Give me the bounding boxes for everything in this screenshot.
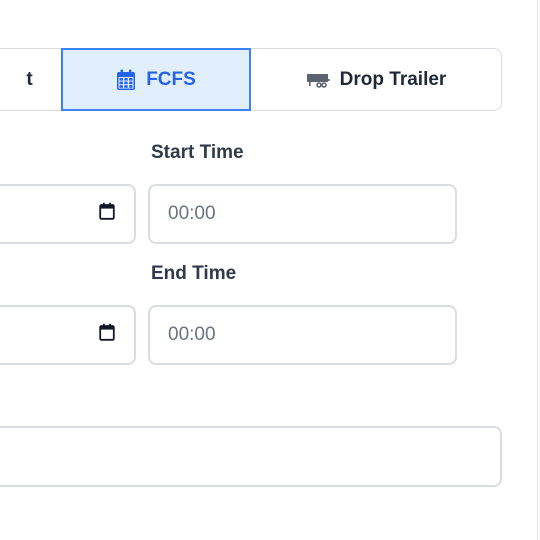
calendar-icon[interactable] <box>99 323 115 347</box>
start-date-field[interactable] <box>0 184 136 244</box>
tab-drop-trailer-label: Drop Trailer <box>339 68 447 90</box>
calendar-icon[interactable] <box>99 202 115 226</box>
start-time-field[interactable]: 00:00 <box>148 184 457 244</box>
end-time-placeholder: 00:00 <box>168 324 216 345</box>
calendar-icon <box>116 69 136 91</box>
end-time-label: End Time <box>151 263 237 284</box>
trailer-icon <box>306 72 330 88</box>
appointment-form: t FCFS Drop Trailer Start Time 00:00 End… <box>0 0 540 540</box>
panel-divider <box>537 0 538 540</box>
tab-fcfs[interactable]: FCFS <box>61 48 251 111</box>
tab-drop-trailer[interactable]: Drop Trailer <box>250 48 502 111</box>
end-time-field[interactable]: 00:00 <box>148 305 457 365</box>
tab-appointment[interactable]: t <box>0 48 62 111</box>
notes-field[interactable] <box>0 426 502 487</box>
start-time-label: Start Time <box>151 142 244 163</box>
end-date-field[interactable] <box>0 305 136 365</box>
start-time-placeholder: 00:00 <box>168 203 216 224</box>
tab-appointment-label: t <box>26 68 33 90</box>
tab-fcfs-label: FCFS <box>146 68 196 90</box>
